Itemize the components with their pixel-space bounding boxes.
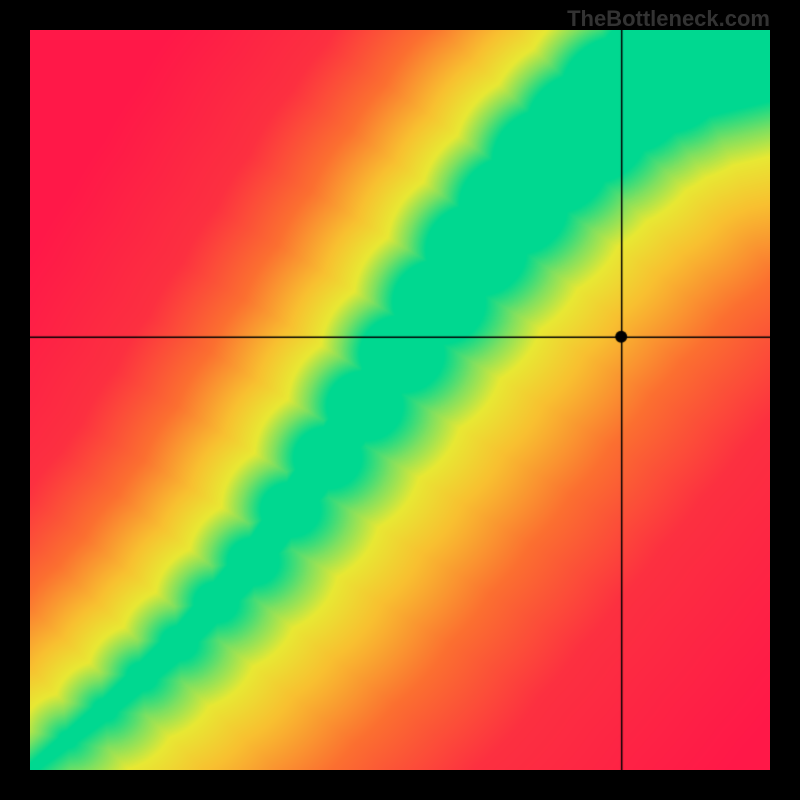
heatmap-canvas [30, 30, 770, 770]
chart-container: TheBottleneck.com [0, 0, 800, 800]
watermark-text: TheBottleneck.com [567, 6, 770, 32]
